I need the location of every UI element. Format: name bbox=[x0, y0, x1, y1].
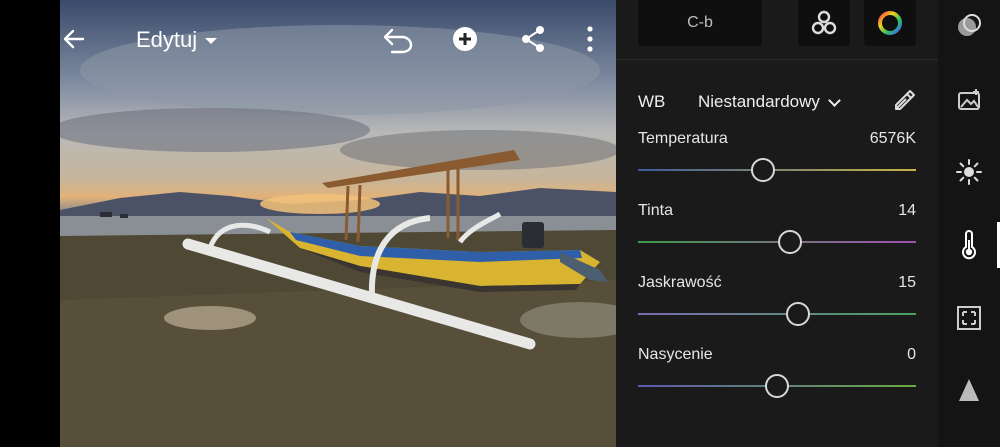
color-grading-button[interactable] bbox=[864, 0, 916, 46]
edit-mode-dropdown[interactable]: Edytuj bbox=[136, 24, 218, 56]
page-title: Edytuj bbox=[136, 27, 198, 52]
light-icon[interactable] bbox=[953, 156, 985, 188]
slider-thumb[interactable] bbox=[765, 374, 789, 398]
wb-preset-value: Niestandardowy bbox=[698, 92, 820, 111]
vibrance-label: Jaskrawość bbox=[638, 274, 722, 291]
caret-down-icon bbox=[205, 38, 218, 44]
eyedropper-icon[interactable] bbox=[892, 87, 918, 118]
image-adjust-icon[interactable] bbox=[953, 84, 985, 116]
more-vertical-icon[interactable] bbox=[580, 24, 600, 54]
temperature-value: 6576K bbox=[869, 130, 916, 147]
slider-track[interactable] bbox=[638, 169, 916, 171]
temperature-slider[interactable]: Temperatura 6576K bbox=[638, 130, 916, 182]
temperature-label: Temperatura bbox=[638, 130, 728, 147]
preset-button[interactable]: C-b bbox=[638, 0, 762, 46]
effects-icon[interactable] bbox=[953, 374, 985, 406]
add-circle-icon[interactable] bbox=[450, 24, 480, 54]
chevron-down-icon bbox=[828, 93, 841, 107]
top-app-bar: Edytuj bbox=[60, 0, 616, 80]
tint-value: 14 bbox=[898, 202, 916, 219]
color-temperature-icon[interactable] bbox=[953, 229, 985, 261]
vibrance-slider[interactable]: Jaskrawość 15 bbox=[638, 274, 916, 326]
wb-label: WB bbox=[638, 92, 666, 111]
color-mix-icon bbox=[811, 10, 837, 35]
slider-thumb[interactable] bbox=[751, 158, 776, 182]
mixer-button[interactable] bbox=[798, 0, 850, 46]
slider-thumb[interactable] bbox=[785, 302, 810, 326]
undo-icon[interactable] bbox=[380, 22, 416, 58]
white-balance-row: WB Niestandardowy bbox=[638, 88, 918, 116]
wb-preset-dropdown[interactable]: Niestandardowy bbox=[698, 92, 841, 112]
arrow-left-icon[interactable] bbox=[60, 22, 88, 56]
tool-strip bbox=[938, 0, 1000, 447]
saturation-slider[interactable]: Nasycenie 0 bbox=[638, 346, 916, 398]
slider-thumb[interactable] bbox=[777, 230, 802, 254]
color-wheel-icon bbox=[878, 11, 902, 35]
presets-icon[interactable] bbox=[953, 10, 985, 42]
tint-label: Tinta bbox=[638, 202, 673, 219]
crop-icon[interactable] bbox=[953, 302, 985, 334]
saturation-label: Nasycenie bbox=[638, 346, 713, 363]
panel-header: C-b bbox=[616, 0, 938, 60]
vibrance-value: 15 bbox=[898, 274, 916, 291]
saturation-value: 0 bbox=[907, 346, 916, 363]
left-edge-bar bbox=[0, 0, 60, 447]
preset-label: C-b bbox=[687, 14, 713, 31]
tint-slider[interactable]: Tinta 14 bbox=[638, 202, 916, 254]
slider-track[interactable] bbox=[638, 313, 916, 315]
share-icon[interactable] bbox=[518, 24, 548, 54]
adjustment-panel: C-b WB Niestandardowy Temperatura 6576K … bbox=[616, 0, 938, 447]
